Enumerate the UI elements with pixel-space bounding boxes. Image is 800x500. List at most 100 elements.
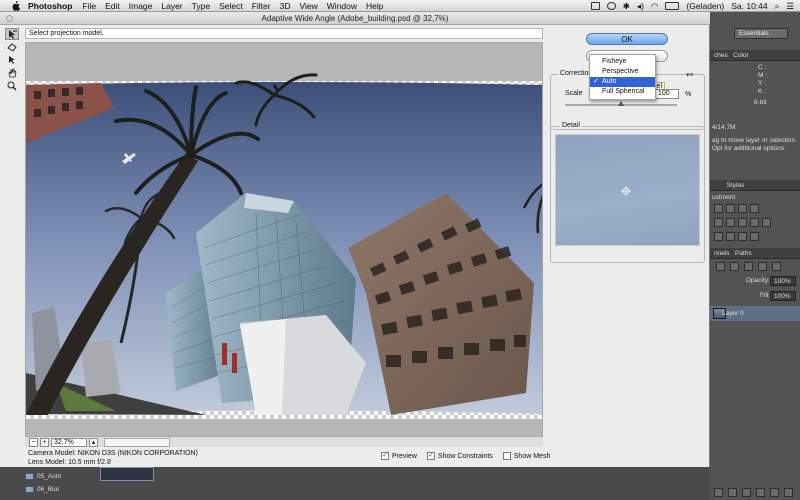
option-label: Fisheye bbox=[602, 58, 627, 65]
menu-file[interactable]: File bbox=[82, 1, 96, 11]
menu-help[interactable]: Help bbox=[366, 1, 383, 11]
horizontal-scrollbar[interactable] bbox=[104, 437, 170, 447]
preview-check-box[interactable]: ✓ bbox=[381, 452, 389, 460]
menu-item-perspective[interactable]: Perspective bbox=[590, 67, 655, 77]
menu-view[interactable]: View bbox=[299, 1, 317, 11]
show-constraints-checkbox[interactable]: ✓ Show Constraints bbox=[426, 452, 493, 460]
constraint-tool-icon[interactable] bbox=[5, 28, 19, 40]
adjust-photo-filter-icon[interactable] bbox=[750, 218, 759, 227]
filter-smart-icon[interactable] bbox=[772, 262, 781, 271]
scale-slider-thumb[interactable] bbox=[618, 101, 624, 106]
folder-05-auto[interactable]: 05_Auto bbox=[25, 471, 95, 482]
tab-color[interactable]: Color bbox=[733, 52, 749, 59]
show-mesh-check-box[interactable] bbox=[502, 452, 511, 460]
adjust-brightness-icon[interactable] bbox=[714, 204, 723, 213]
fill-field[interactable]: 100% bbox=[770, 291, 796, 301]
menu-select[interactable]: Select bbox=[219, 1, 243, 11]
trash-icon[interactable] bbox=[784, 488, 793, 497]
tab-styles[interactable]: Styles bbox=[727, 182, 745, 189]
menu-3d[interactable]: 3D bbox=[280, 1, 291, 11]
mask-icon[interactable] bbox=[742, 488, 751, 497]
menu-image[interactable]: Image bbox=[129, 1, 153, 11]
zoom-level-field[interactable]: 32,7% bbox=[51, 437, 87, 447]
tab-paths[interactable]: Paths bbox=[735, 250, 752, 257]
folder-06-blur[interactable]: 06_Blur bbox=[25, 484, 95, 495]
tab-channels[interactable]: nnels bbox=[714, 250, 730, 257]
dropbox-icon[interactable] bbox=[606, 2, 616, 10]
menu-window[interactable]: Window bbox=[327, 1, 357, 11]
opacity-label: Opacity: bbox=[746, 277, 770, 284]
detail-label: Detail bbox=[560, 122, 582, 129]
info-m: M : bbox=[758, 72, 768, 79]
zoom-in-button[interactable]: + bbox=[40, 437, 49, 447]
adjust-levels-icon[interactable] bbox=[726, 204, 735, 213]
preview-label: Preview bbox=[392, 452, 417, 460]
lens-model: Lens Model: 10.5 mm f/2.8 bbox=[28, 459, 111, 466]
menu-item-fisheye[interactable]: Fisheye bbox=[590, 57, 655, 67]
screen-icon[interactable] bbox=[590, 2, 600, 10]
panel-menu-icon[interactable]: ▾≡ bbox=[686, 71, 694, 79]
adjust-invert-icon[interactable] bbox=[714, 232, 723, 241]
zoom-out-button[interactable]: − bbox=[29, 437, 38, 447]
adjust-balance-icon[interactable] bbox=[726, 218, 735, 227]
filter-pixel-icon[interactable] bbox=[716, 262, 725, 271]
scale-input[interactable]: 100 bbox=[655, 89, 679, 99]
info-y: Y : bbox=[758, 80, 766, 87]
battery-status: (Geladen) bbox=[686, 1, 725, 11]
menu-item-full-spherical[interactable]: Full Spherical bbox=[590, 87, 655, 97]
volume-icon[interactable]: ◂) bbox=[637, 1, 644, 12]
preview-canvas[interactable] bbox=[25, 42, 543, 446]
adjust-gradient-map-icon[interactable] bbox=[750, 232, 759, 241]
preview-checkbox[interactable]: ✓ Preview bbox=[381, 452, 417, 460]
fx-icon[interactable] bbox=[728, 488, 737, 497]
adjust-mixer-icon[interactable] bbox=[762, 218, 771, 227]
adjust-curves-icon[interactable] bbox=[738, 204, 747, 213]
battery-icon[interactable] bbox=[665, 2, 680, 10]
zoom-dropdown-icon[interactable]: ▴ bbox=[89, 437, 98, 447]
checkmark-icon: ✓ bbox=[593, 78, 599, 85]
close-icon[interactable] bbox=[6, 15, 13, 22]
adjust-exposure-icon[interactable] bbox=[750, 204, 759, 213]
wifi-icon[interactable]: ◠ bbox=[651, 1, 658, 12]
adjust-threshold-icon[interactable] bbox=[738, 232, 747, 241]
document-thumbnail[interactable] bbox=[100, 467, 154, 481]
show-constraints-label: Show Constraints bbox=[437, 452, 493, 460]
hand-tool-icon[interactable] bbox=[5, 67, 19, 79]
adjust-hue-icon[interactable] bbox=[714, 218, 723, 227]
zoom-tool-icon[interactable] bbox=[5, 80, 19, 92]
app-menu[interactable]: Photoshop bbox=[28, 1, 72, 11]
ok-button[interactable]: OK bbox=[586, 33, 668, 45]
filter-shape-icon[interactable] bbox=[758, 262, 767, 271]
menu-type[interactable]: Type bbox=[192, 1, 210, 11]
layer-row[interactable]: Layer 0 bbox=[710, 306, 800, 321]
workspace-switcher[interactable]: Essentials bbox=[734, 28, 788, 39]
folder-label: 06_Blur bbox=[37, 486, 60, 493]
adjust-bw-icon[interactable] bbox=[738, 218, 747, 227]
new-layer-icon[interactable] bbox=[770, 488, 779, 497]
new-group-icon[interactable] bbox=[756, 488, 765, 497]
notification-center-icon[interactable]: ☰ bbox=[786, 1, 794, 12]
polygon-constraint-tool-icon[interactable] bbox=[5, 41, 19, 53]
show-mesh-label: Show Mesh bbox=[513, 452, 551, 460]
menu-edit[interactable]: Edit bbox=[105, 1, 120, 11]
layers-tabs: nnels Paths bbox=[710, 248, 800, 259]
link-layers-icon[interactable] bbox=[714, 488, 723, 497]
show-constraints-check-box[interactable]: ✓ bbox=[426, 452, 435, 460]
apple-icon[interactable] bbox=[10, 0, 20, 11]
clock[interactable]: Sa. 10:44 bbox=[731, 1, 767, 11]
menu-layer[interactable]: Layer bbox=[161, 1, 182, 11]
filter-adjust-icon[interactable] bbox=[730, 262, 739, 271]
crosshair-icon bbox=[621, 186, 631, 196]
photoshop-bottom-area: 05_Auto 06_Blur bbox=[0, 467, 710, 500]
adjust-posterize-icon[interactable] bbox=[726, 232, 735, 241]
move-tool-icon[interactable] bbox=[5, 54, 19, 66]
show-mesh-checkbox[interactable]: Show Mesh bbox=[502, 452, 551, 460]
filter-type-icon[interactable] bbox=[744, 262, 753, 271]
menu-item-auto[interactable]: ✓ Auto bbox=[590, 77, 655, 87]
tab-swatches[interactable]: ches bbox=[714, 52, 728, 59]
menu-filter[interactable]: Filter bbox=[252, 1, 271, 11]
opacity-field[interactable]: 100% bbox=[770, 276, 796, 286]
dialog-titlebar[interactable]: Adaptive Wide Angle (Adobe_building.psd … bbox=[0, 12, 710, 25]
spotlight-icon[interactable]: ⌕ bbox=[775, 1, 780, 12]
bluetooth-icon[interactable]: ✱ bbox=[623, 1, 630, 12]
